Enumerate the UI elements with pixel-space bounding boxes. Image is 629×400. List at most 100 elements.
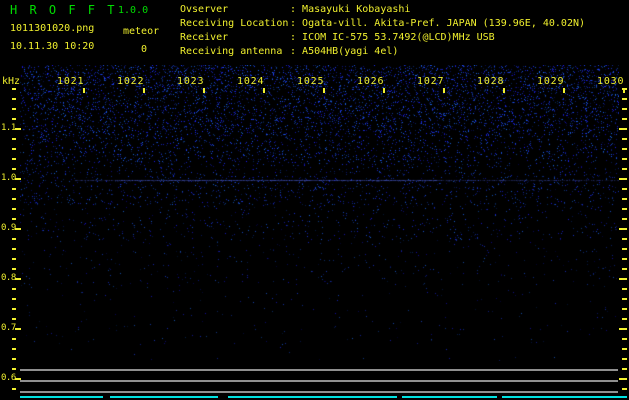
freq-tick-label: 1.0	[1, 173, 16, 183]
level-gridline	[20, 369, 618, 371]
freq-tick-right	[622, 188, 627, 190]
freq-tick-right	[622, 298, 627, 300]
signal-level-strip	[0, 0, 627, 399]
freq-tick-left	[12, 218, 16, 220]
freq-tick-label: 0.7	[1, 323, 16, 333]
colon: :	[290, 32, 303, 43]
freq-tick-right	[619, 178, 627, 180]
freq-tick-right	[622, 358, 627, 360]
freq-tick-right	[622, 388, 627, 390]
time-tick	[443, 88, 445, 93]
freq-tick-right	[622, 208, 627, 210]
freq-tick-left	[12, 158, 16, 160]
freq-tick-label: 0.8	[1, 273, 16, 283]
colon: :	[290, 18, 303, 29]
signal-level-trace-gap	[497, 395, 502, 399]
signal-level-trace-gap	[103, 395, 110, 399]
time-tick-label: 1021	[57, 76, 85, 87]
time-tick-label: 1023	[177, 76, 205, 87]
time-tick-label: 1029	[537, 76, 565, 87]
freq-tick-left	[15, 278, 21, 280]
info-value: Masayuki Kobayashi	[302, 4, 411, 15]
freq-tick-label: 0.6	[1, 373, 16, 383]
time-tick-label: 1026	[357, 76, 385, 87]
meteor-counter-label: meteor	[123, 26, 160, 37]
info-value: Ogata-vill. Akita-Pref. JAPAN (139.96E, …	[302, 18, 586, 29]
freq-tick-left	[15, 328, 21, 330]
freq-tick-right	[622, 138, 627, 140]
freq-tick-left	[12, 118, 16, 120]
time-tick	[143, 88, 145, 93]
freq-tick-right	[622, 238, 627, 240]
freq-tick-right	[622, 288, 627, 290]
freq-tick-left	[12, 338, 16, 340]
freq-tick-left	[12, 198, 16, 200]
freq-tick-right	[622, 248, 627, 250]
info-value: A504HB(yagi 4el)	[302, 46, 399, 57]
freq-tick-right	[619, 378, 627, 380]
freq-tick-left	[12, 208, 16, 210]
info-row-observer: Ovserver: Masayuki Kobayashi	[180, 4, 410, 15]
app-version: 1.0.0	[118, 5, 149, 16]
freq-tick-left	[12, 258, 16, 260]
info-label: Receiver	[180, 32, 229, 43]
time-tick	[83, 88, 85, 93]
freq-tick-left	[12, 298, 16, 300]
freq-tick-left	[12, 248, 16, 250]
time-tick	[623, 88, 625, 93]
info-label: Receiving antenna	[180, 46, 283, 57]
info-row-location: Receiving Location: Ogata-vill. Akita-Pr…	[180, 18, 585, 29]
time-tick	[503, 88, 505, 93]
level-gridline	[20, 391, 618, 393]
freq-tick-left	[12, 268, 16, 270]
freq-tick-right	[622, 108, 627, 110]
freq-tick-right	[622, 258, 627, 260]
station-info: Ovserver: Masayuki Kobayashi Receiving L…	[180, 0, 629, 64]
info-value: ICOM IC-575 53.7492(@LCD)MHz USB	[302, 32, 495, 43]
freq-tick-right	[622, 338, 627, 340]
freq-tick-right	[619, 328, 627, 330]
freq-tick-right	[622, 308, 627, 310]
freq-tick-right	[622, 198, 627, 200]
freq-tick-right	[622, 268, 627, 270]
freq-tick-right	[619, 278, 627, 280]
time-tick-label: 1025	[297, 76, 325, 87]
freq-tick-right	[622, 98, 627, 100]
info-label: Ovserver	[180, 4, 229, 15]
freq-tick-left	[12, 188, 16, 190]
freq-tick-left	[12, 308, 16, 310]
info-row-antenna: Receiving antenna: A504HB(yagi 4el)	[180, 46, 398, 57]
level-gridline	[20, 380, 618, 382]
info-label: Receiving Location	[180, 18, 289, 29]
colon: :	[290, 46, 303, 57]
freq-tick-left	[12, 168, 16, 170]
time-tick	[563, 88, 565, 93]
freq-tick-right	[622, 318, 627, 320]
freq-tick-right	[622, 368, 627, 370]
hrofft-output-window: H R O F F T 1.0.0 1011301020.png meteor …	[0, 0, 629, 400]
freq-tick-label: 1.1	[1, 123, 16, 133]
time-tick	[263, 88, 265, 93]
freq-tick-left	[12, 348, 16, 350]
freq-tick-right	[622, 218, 627, 220]
meteor-count-value: 0	[141, 44, 148, 55]
freq-tick-left	[12, 238, 16, 240]
time-tick	[383, 88, 385, 93]
time-tick-label: 1022	[117, 76, 145, 87]
freq-tick-left	[15, 178, 21, 180]
time-tick	[323, 88, 325, 93]
freq-tick-right	[622, 118, 627, 120]
signal-level-trace-gap	[397, 395, 402, 399]
freq-tick-left	[12, 138, 16, 140]
time-tick-label: 1028	[477, 76, 505, 87]
freq-tick-left	[12, 368, 16, 370]
time-tick-label: 1027	[417, 76, 445, 87]
freq-tick-left	[12, 318, 16, 320]
signal-level-trace-gap	[218, 395, 228, 399]
time-tick-label: 1024	[237, 76, 265, 87]
freq-tick-right	[619, 228, 627, 230]
freq-tick-right	[622, 168, 627, 170]
freq-tick-left	[15, 128, 21, 130]
freq-tick-left	[12, 388, 16, 390]
freq-tick-label: 0.9	[1, 223, 16, 233]
